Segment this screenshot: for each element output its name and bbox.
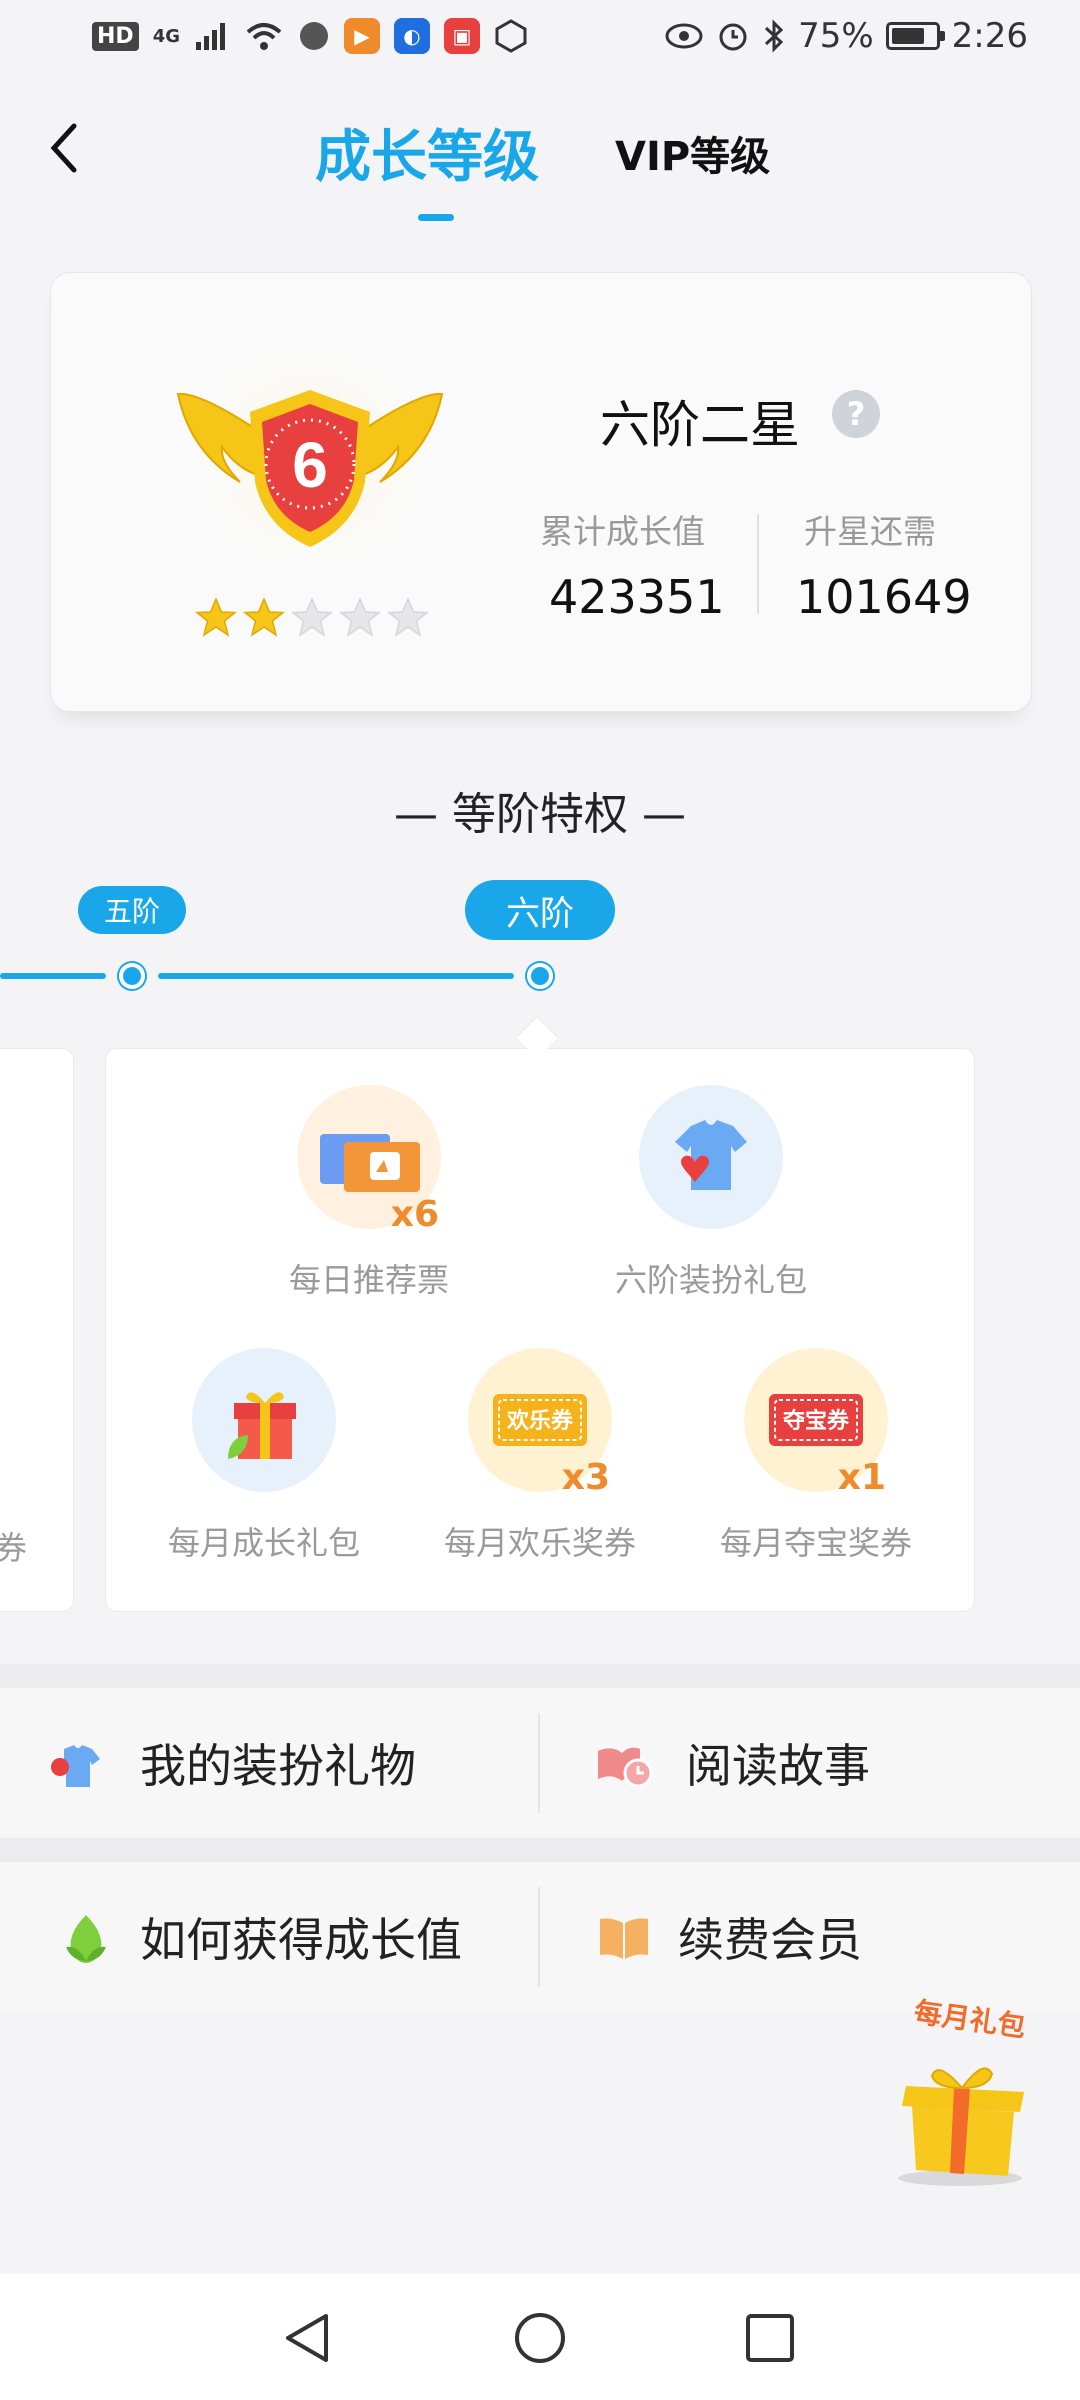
leaf-icon xyxy=(66,1915,106,1963)
level-stars xyxy=(194,596,430,640)
timeline-dot-stage-5[interactable] xyxy=(119,963,145,989)
perk-label: 每月成长礼包 xyxy=(167,1524,360,1562)
alarm-icon xyxy=(719,23,747,51)
menu-label: 阅读故事 xyxy=(686,1739,870,1793)
stage-pill-6[interactable]: 六阶 xyxy=(465,880,615,940)
nav-home-icon[interactable] xyxy=(512,2310,568,2366)
perk-daily-ticket[interactable]: x6 每日推荐票 xyxy=(229,1085,509,1301)
treasure-coupon-text: 夺宝券 xyxy=(782,1408,850,1434)
timeline-line-middle xyxy=(158,973,514,979)
battery-percent: 75% xyxy=(798,16,874,56)
nav-back-icon[interactable] xyxy=(280,2310,336,2366)
perk-dressup-pack[interactable]: 六阶装扮礼包 xyxy=(571,1085,851,1301)
cumulative-growth-value: 423351 xyxy=(549,570,725,624)
stat-divider xyxy=(757,514,759,614)
joy-coupon-text: 欢乐券 xyxy=(506,1408,574,1434)
treasure-coupon-icon: 夺宝券 x1 xyxy=(744,1348,888,1498)
bluetooth-icon xyxy=(765,19,784,53)
menu-read-story[interactable]: 阅读故事 xyxy=(540,1688,1080,1838)
stage-pill-5[interactable]: 五阶 xyxy=(78,886,186,934)
chevron-left-icon xyxy=(50,123,77,173)
menu-label: 续费会员 xyxy=(678,1913,862,1967)
store-app-icon: ▣ xyxy=(444,18,480,54)
bulb-app-icon: ◐ xyxy=(394,18,430,54)
star-empty-icon xyxy=(338,597,382,637)
perk-label: 每月夺宝奖券 xyxy=(719,1524,912,1562)
tab-growth-level[interactable]: 成长等级 xyxy=(315,112,539,193)
tshirt-gift-icon xyxy=(51,1745,100,1787)
prev-panel-label: 券 xyxy=(0,1529,28,1567)
tab-vip-level[interactable]: VIP等级 xyxy=(615,124,770,182)
stars-needed-value: 101649 xyxy=(796,570,972,624)
gift-leaf-icon xyxy=(192,1348,336,1492)
menu-separator xyxy=(0,1664,1080,1688)
star-empty-icon xyxy=(290,597,334,637)
help-icon[interactable]: ? xyxy=(832,390,880,438)
timeline-line-left xyxy=(0,973,106,979)
perk-badge: x6 xyxy=(390,1194,439,1235)
system-nav-bar xyxy=(0,2274,1080,2400)
menu-my-dressup[interactable]: 我的装扮礼物 xyxy=(0,1688,538,1838)
status-left: HD 4G ▶ ◐ ▣ xyxy=(92,18,528,54)
recommend-ticket-icon: x6 xyxy=(297,1085,441,1235)
nav-recents-icon[interactable] xyxy=(742,2310,798,2366)
menu-separator xyxy=(0,1838,1080,1862)
perk-label: 六阶装扮礼包 xyxy=(614,1261,807,1299)
perk-label: 每日推荐票 xyxy=(288,1261,449,1299)
menu-label: 如何获得成长值 xyxy=(140,1913,462,1967)
level-name: 六阶二星 xyxy=(600,396,800,454)
back-button[interactable] xyxy=(44,118,84,178)
perk-label: 每月欢乐奖券 xyxy=(443,1524,636,1562)
perk-monthly-gift[interactable]: 每月成长礼包 xyxy=(124,1348,404,1564)
monthly-gift-label: 每月礼包 xyxy=(912,1995,1028,2044)
signal-icon xyxy=(196,23,225,50)
network-indicator: 4G xyxy=(152,25,180,47)
video-app-icon: ▶ xyxy=(344,18,380,54)
hand-icon xyxy=(495,19,527,53)
open-book-icon xyxy=(600,1918,648,1959)
tab-active-indicator xyxy=(418,214,454,221)
monthly-gift-float-button[interactable]: 每月礼包 xyxy=(872,1990,1052,2190)
perk-joy-coupon[interactable]: 欢乐券 x3 每月欢乐奖券 xyxy=(400,1348,680,1564)
battery-fill xyxy=(891,28,924,44)
eye-icon xyxy=(665,23,703,49)
timeline-dot-stage-6[interactable] xyxy=(527,963,553,989)
hd-indicator: HD xyxy=(92,21,139,51)
app-notification-icon xyxy=(300,22,328,50)
status-bar: HD 4G ▶ ◐ ▣ 75% 2:26 xyxy=(0,0,1080,80)
book-clock-icon xyxy=(598,1747,653,1788)
cumulative-growth-label: 累计成长值 xyxy=(540,512,705,551)
perk-badge: x3 xyxy=(561,1457,610,1498)
battery-icon xyxy=(885,22,945,50)
menu-label: 我的装扮礼物 xyxy=(140,1739,416,1793)
privilege-panel-prev: 券 xyxy=(0,1048,74,1612)
tshirt-heart-icon xyxy=(639,1085,783,1229)
joy-coupon-icon: 欢乐券 x3 xyxy=(468,1348,612,1498)
star-filled-icon xyxy=(242,597,286,637)
level-badge-number: 6 xyxy=(292,429,328,501)
perk-badge: x1 xyxy=(837,1457,886,1498)
menu-how-to-grow[interactable]: 如何获得成长值 xyxy=(0,1862,538,2012)
stars-needed-label: 升星还需 xyxy=(804,512,936,551)
clock: 2:26 xyxy=(951,16,1028,56)
wifi-icon xyxy=(246,23,282,50)
star-filled-icon xyxy=(194,597,238,637)
status-right: 75% 2:26 xyxy=(664,16,1028,56)
privileges-title: — 等阶特权 — xyxy=(394,789,686,840)
star-empty-icon xyxy=(386,597,430,637)
perk-treasure-coupon[interactable]: 夺宝券 x1 每月夺宝奖券 xyxy=(676,1348,956,1564)
gift-box-icon xyxy=(898,2067,1024,2186)
